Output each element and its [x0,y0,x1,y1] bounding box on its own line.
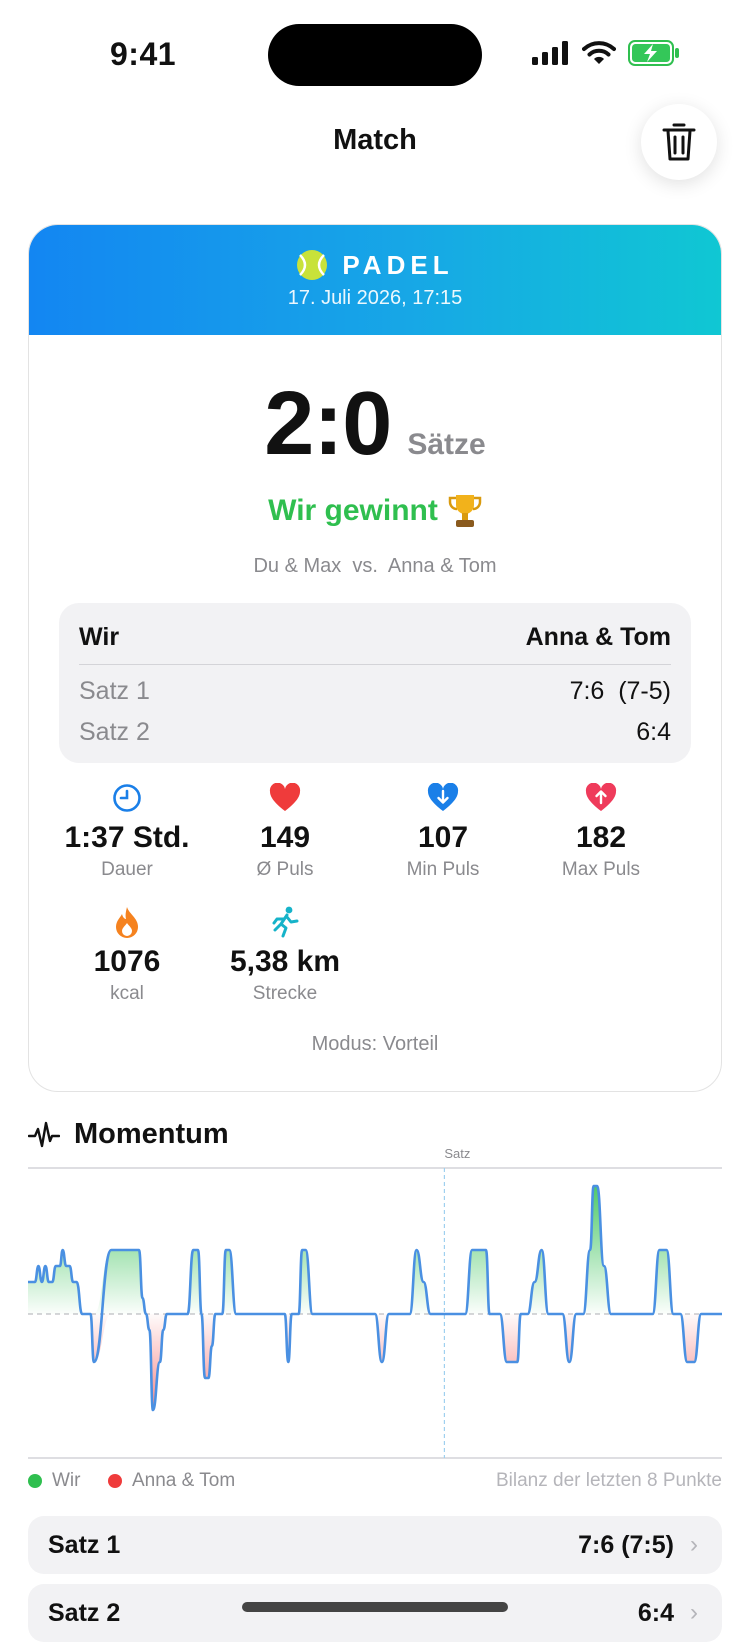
sets-table: Wir Anna & Tom Satz 1 7:6 (7-5) Satz 2 6… [59,603,691,763]
stat-duration: 1:37 Std. Dauer [47,781,207,881]
result-row: Wir gewinnt [29,493,721,529]
scoring-mode: Modus: Vorteil [311,1033,439,1055]
home-indicator [242,1602,508,1612]
chart-legend: Wir Anna & Tom Bilanz der letzten 8 Punk… [28,1470,722,1500]
stat-label: Min Puls [406,859,480,880]
tennis-ball-icon [297,250,328,280]
sets-header-opponent: Anna & Tom [525,623,671,651]
set-divider-label: Satz [444,1146,470,1161]
match-summary-card: PADEL 17. Juli 2026, 17:15 2:0 Sätze Wir… [28,224,722,1092]
sets-header-us: Wir [79,623,120,651]
set-label: Satz 1 [79,677,150,705]
legend-label-us: Wir [52,1470,81,1491]
clock-icon [113,784,141,812]
set-list-item-1[interactable]: Satz 1 7:6 (7:5) › [28,1516,722,1574]
dynamic-island [268,24,482,86]
legend-item-opponent: Anna & Tom [108,1470,235,1492]
stat-label: Dauer [101,859,153,880]
stat-value: 5,38 km [229,945,341,978]
set-list-score: 6:4 [637,1598,674,1627]
heart-up-icon [585,783,617,811]
stat-value: 1:37 Std. [64,821,190,854]
stat-label: Max Puls [561,859,641,880]
delete-button[interactable] [641,104,717,180]
stat-min-pulse: 107 Min Puls [363,781,523,881]
set-score-detail: 7:6 (7-5) [569,677,671,705]
stat-value: 107 [417,821,469,854]
legend-dot-opponent [108,1474,122,1488]
status-bar: 9:41 [0,0,750,100]
set-score-unit: Sätze [407,428,486,461]
legend-label-opponent: Anna & Tom [132,1470,236,1491]
stat-label: Strecke [252,983,318,1004]
stat-value: 1076 [93,945,161,978]
stat-value: 149 [259,821,311,854]
wifi-icon [582,41,616,64]
set-score-detail: 6:4 [636,718,671,746]
trash-icon [662,123,696,161]
score-row: 2:0 Sätze [29,373,721,476]
battery-charging-icon [628,40,679,66]
status-time: 9:41 [110,36,177,72]
heart-down-icon [427,783,459,811]
stat-label: Ø Puls [256,859,314,880]
momentum-chart: Satz [28,1146,722,1459]
momentum-area-opponent [28,1314,722,1410]
runner-icon [272,906,299,938]
heart-icon [269,783,301,811]
chevron-right-icon: › [690,1531,698,1558]
sport-label: PADEL [342,249,454,280]
set-row: Satz 2 6:4 [79,718,671,747]
status-icons [532,40,680,66]
result-text: Wir gewinnt [268,494,438,527]
page-title: Match [333,124,417,156]
stat-max-pulse: 182 Max Puls [521,781,681,881]
signal-icon [532,41,568,65]
stat-label: kcal [110,983,144,1004]
chevron-right-icon: › [690,1599,698,1626]
set-list-item-2[interactable]: Satz 2 6:4 › [28,1584,722,1642]
stat-calories: 1076 kcal [47,905,207,1005]
set-score: 2:0 [264,374,392,474]
legend-item-us: Wir [28,1470,80,1492]
teams-line: Du & Max vs. Anna & Tom [253,555,497,577]
legend-dot-us [28,1474,42,1488]
flame-icon [116,907,138,938]
set-list-score: 7:6 (7:5) [578,1530,674,1559]
card-header: PADEL 17. Juli 2026, 17:15 [29,225,721,335]
trophy-icon [448,495,482,527]
stat-avg-pulse: 149 Ø Puls [205,781,365,881]
stat-value: 182 [575,821,627,854]
stat-distance: 5,38 km Strecke [205,905,365,1005]
set-row: Satz 1 7:6 (7-5) [79,677,671,706]
match-date: 17. Juli 2026, 17:15 [287,287,463,309]
set-list-label: Satz 1 [48,1530,121,1559]
legend-note: Bilanz der letzten 8 Punkte [495,1470,722,1491]
sets-table-header: Wir Anna & Tom [79,623,671,665]
set-label: Satz 2 [79,718,150,746]
